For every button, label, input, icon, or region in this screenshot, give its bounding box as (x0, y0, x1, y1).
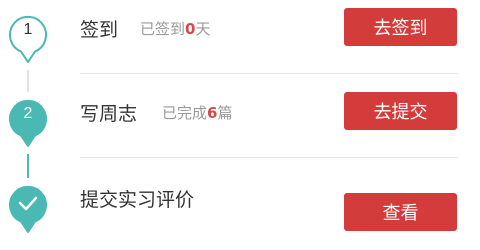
step-number: 1 (23, 21, 33, 38)
step-progress: 已完成6篇 (162, 104, 233, 122)
step-title: 提交实习评价 (80, 189, 195, 211)
sign-in-button[interactable]: 去签到 (344, 8, 457, 46)
step-number: 2 (23, 105, 33, 122)
step-marker: 2 (5, 93, 51, 151)
submit-log-button[interactable]: 去提交 (344, 92, 457, 130)
step-sign-in: 1 签到 已签到0天 去签到 (0, 0, 480, 80)
step-weekly-log: 2 写周志 已完成6篇 去提交 (0, 84, 480, 164)
step-title: 签到 (80, 19, 119, 41)
step-evaluation: 提交实习评价 查看 (0, 170, 480, 250)
view-evaluation-button[interactable]: 查看 (344, 193, 457, 231)
divider (80, 157, 458, 158)
step-title: 写周志 (80, 103, 138, 125)
step-progress: 已签到0天 (140, 20, 211, 38)
divider (80, 73, 458, 74)
step-marker: 1 (5, 9, 51, 67)
step-marker (5, 179, 51, 237)
